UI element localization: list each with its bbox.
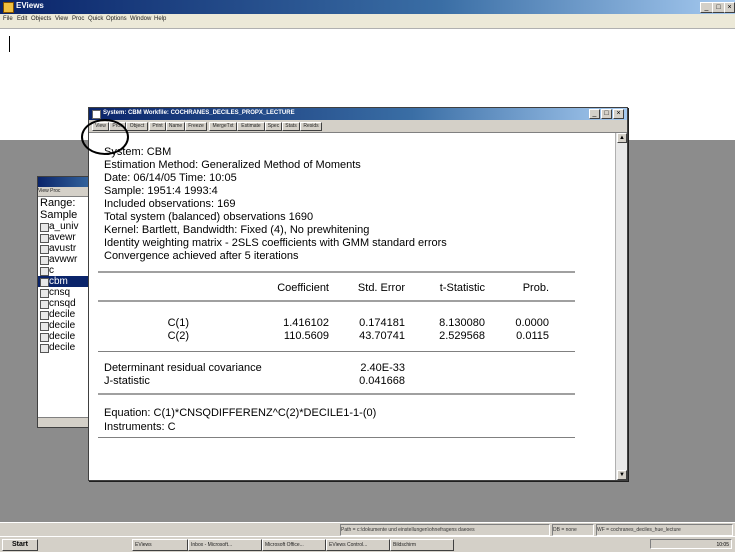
taskbar-item[interactable]: Inbox - Microsoft... [188, 539, 262, 551]
taskbar-item[interactable]: Bildschirm [390, 539, 454, 551]
series-icon [40, 256, 49, 265]
series-icon [40, 289, 49, 298]
app-title: EViews [16, 1, 44, 10]
col-header-coefficient: Coefficient [277, 282, 329, 294]
close-button[interactable]: × [724, 2, 735, 13]
workfile-proc-button[interactable]: Proc [50, 188, 60, 194]
toolbar-object-button[interactable]: Object [126, 122, 148, 131]
menu-file[interactable]: File [3, 16, 13, 22]
system-toolbar: View Proc Object Print Name Freeze Merge… [89, 120, 627, 133]
table-bottom-rule [98, 351, 575, 352]
coef-icon [40, 267, 49, 276]
toolbar-estimate-button[interactable]: Estimate [237, 122, 265, 131]
system-window[interactable]: System: CBM Workfile: COCHRANES_DECILES_… [88, 107, 628, 481]
taskbar-item[interactable]: Microsoft Office... [262, 539, 326, 551]
output-total-obs: Total system (balanced) observations 169… [104, 211, 314, 223]
taskbar-item[interactable]: EViews [132, 539, 188, 551]
windows-taskbar: Start EViews Inbox - Microsoft... Micros… [0, 536, 735, 552]
system-vscrollbar[interactable]: ▲ ▼ [615, 133, 627, 480]
stat-value: 2.40E-33 [360, 362, 405, 374]
series-icon [40, 333, 49, 342]
col-header-std-error: Std. Error [357, 282, 405, 294]
main-menubar: File Edit Objects View Proc Quick Option… [0, 14, 735, 29]
output-date-time: Date: 06/14/05 Time: 10:05 [104, 172, 237, 184]
output-end-rule [98, 437, 575, 438]
scroll-down-arrow-icon[interactable]: ▼ [617, 470, 627, 480]
start-button[interactable]: Start [2, 539, 38, 551]
eviews-app-icon [3, 2, 14, 13]
series-icon [40, 245, 49, 254]
toolbar-name-button[interactable]: Name [166, 122, 185, 131]
app-titlebar: EViews _ □ × [0, 0, 735, 14]
series-icon [40, 311, 49, 320]
row-name: C(1) [167, 317, 189, 329]
col-header-t-statistic: t-Statistic [439, 282, 485, 294]
table-top-rule [98, 271, 575, 273]
menu-help[interactable]: Help [154, 16, 166, 22]
estimation-output[interactable]: System: CBM Estimation Method: Generaliz… [89, 133, 615, 480]
status-db: DB = none [552, 524, 594, 536]
row-prob: 0.0115 [516, 330, 549, 342]
status-wf: WF = cochranes_deciles_hue_lecture [596, 524, 733, 536]
system-window-icon [92, 110, 101, 119]
output-included-obs: Included observations: 169 [104, 198, 236, 210]
system-icon [40, 278, 49, 287]
menu-quick[interactable]: Quick [88, 16, 103, 22]
series-icon [40, 344, 49, 353]
row-name: C(2) [167, 330, 189, 342]
text-cursor [9, 36, 10, 52]
system-maximize-button[interactable]: □ [601, 109, 612, 119]
output-convergence: Convergence achieved after 5 iterations [104, 250, 299, 262]
stat-label: J-statistic [104, 375, 150, 387]
system-minimize-button[interactable]: _ [589, 109, 600, 119]
toolbar-stats-button[interactable]: Stats [282, 122, 300, 131]
stat-value: 0.041668 [359, 375, 405, 387]
row-coefficient: 110.5609 [283, 330, 329, 342]
output-instruments: Instruments: C [104, 421, 176, 433]
taskbar-item[interactable]: EViews Control... [326, 539, 390, 551]
system-close-button[interactable]: × [613, 109, 624, 119]
output-kernel: Kernel: Bartlett, Bandwidth: Fixed (4), … [104, 224, 370, 236]
toolbar-mergetxt-button[interactable]: MergeTxt [209, 122, 237, 131]
toolbar-resids-button[interactable]: Resids [300, 122, 322, 131]
row-std-error: 43.70741 [359, 330, 405, 342]
row-prob: 0.0000 [515, 317, 549, 329]
scroll-up-arrow-icon[interactable]: ▲ [617, 133, 627, 143]
row-coefficient: 1.416102 [283, 317, 329, 329]
status-path: Path = c:\dokumente und einstellungen\oh… [340, 524, 550, 536]
status-bar: Path = c:\dokumente und einstellungen\oh… [0, 522, 735, 536]
workfile-view-button[interactable]: View [38, 188, 49, 194]
toolbar-spec-button[interactable]: Spec [265, 122, 282, 131]
menu-options[interactable]: Options [106, 16, 127, 22]
stats-bottom-rule [98, 393, 575, 395]
menu-view[interactable]: View [55, 16, 68, 22]
row-t-statistic: 2.529568 [439, 330, 485, 342]
menu-window[interactable]: Window [130, 16, 151, 22]
output-equation: Equation: C(1)*CNSQDIFFERENZ^C(2)*DECILE… [104, 407, 377, 419]
series-icon [40, 322, 49, 331]
series-icon [40, 223, 49, 232]
system-window-titlebar[interactable]: System: CBM Workfile: COCHRANES_DECILES_… [89, 108, 627, 120]
menu-proc[interactable]: Proc [72, 16, 84, 22]
row-std-error: 0.174181 [359, 317, 405, 329]
output-weighting: Identity weighting matrix - 2SLS coeffic… [104, 237, 447, 249]
menu-objects[interactable]: Objects [31, 16, 51, 22]
system-tray-clock: 10:05 [650, 539, 732, 549]
toolbar-freeze-button[interactable]: Freeze [185, 122, 207, 131]
series-icon [40, 234, 49, 243]
output-estimation-method: Estimation Method: Generalized Method of… [104, 159, 361, 171]
toolbar-print-button[interactable]: Print [149, 122, 166, 131]
system-window-title: System: CBM Workfile: COCHRANES_DECILES_… [103, 110, 295, 116]
stat-label: Determinant residual covariance [104, 362, 262, 374]
output-sample: Sample: 1951:4 1993:4 [104, 185, 218, 197]
menu-edit[interactable]: Edit [17, 16, 27, 22]
series-icon [40, 300, 49, 309]
highlight-circle-annotation [81, 119, 129, 155]
col-header-prob: Prob. [522, 282, 549, 294]
table-header-rule [98, 300, 575, 302]
row-t-statistic: 8.130080 [439, 317, 485, 329]
